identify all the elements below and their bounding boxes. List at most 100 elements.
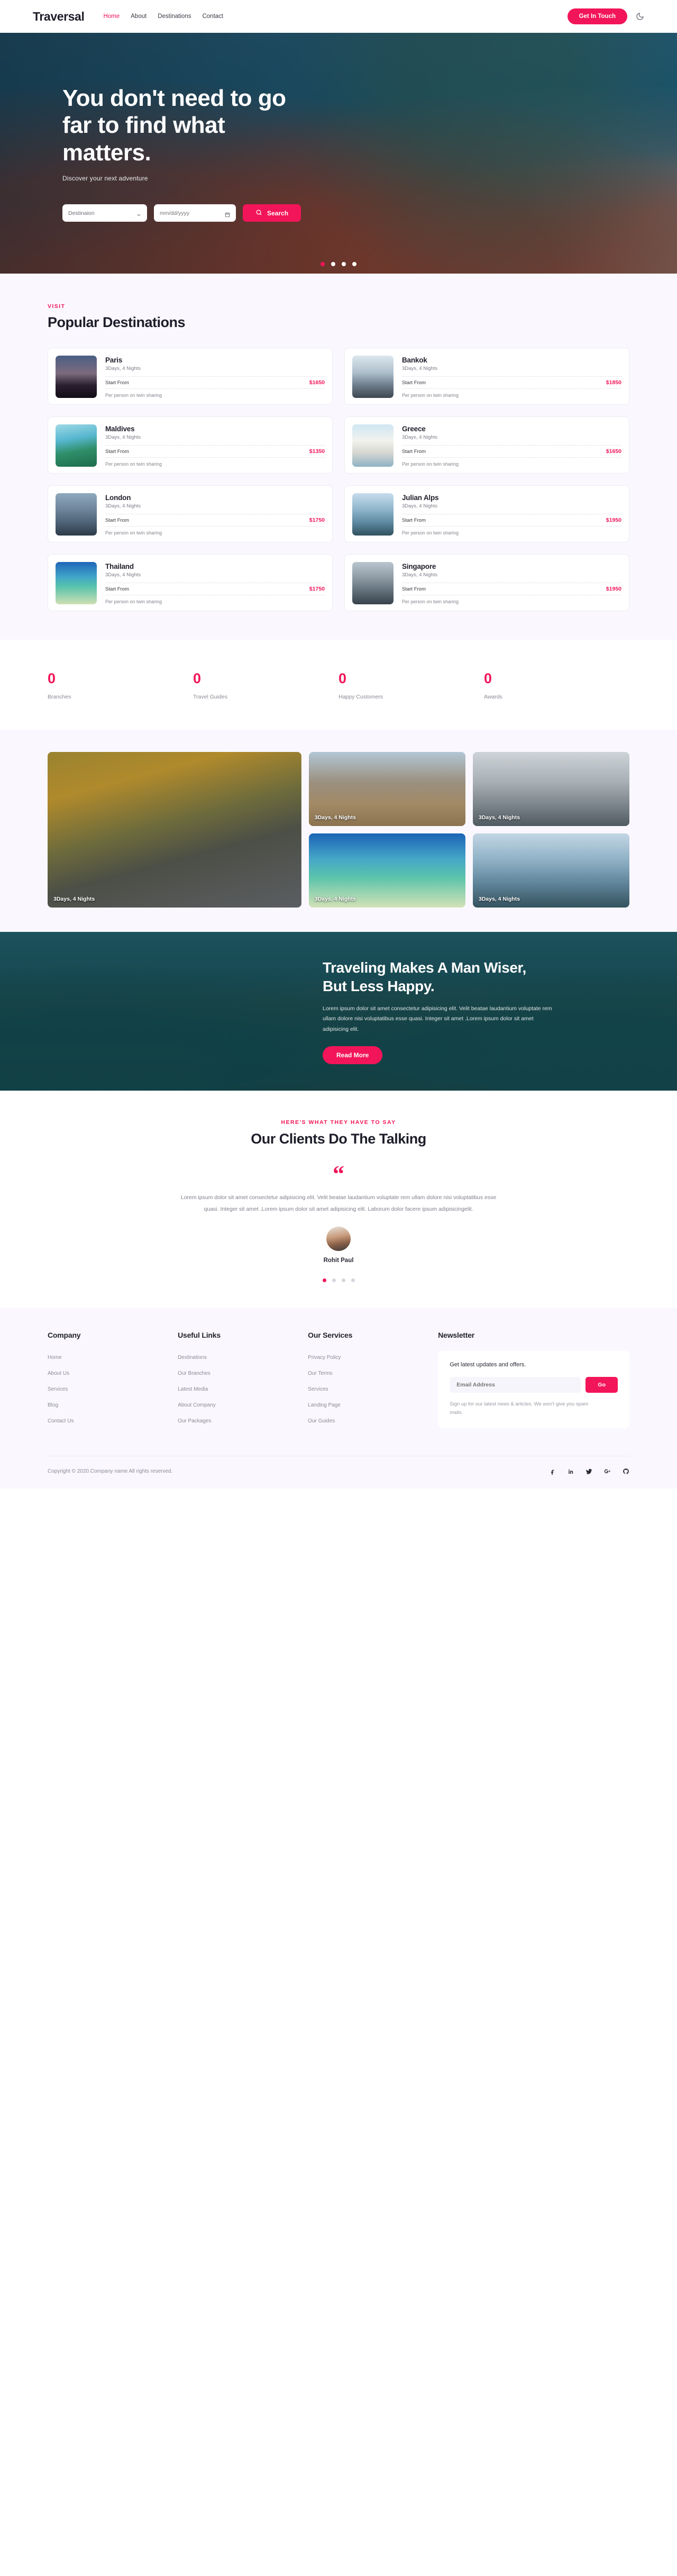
destination-thumbnail	[56, 424, 97, 467]
footer-link[interactable]: Landing Page	[308, 1402, 341, 1408]
email-field[interactable]	[450, 1377, 581, 1393]
footer-link[interactable]: Home	[48, 1355, 62, 1360]
newsletter-lead: Get latest updates and offers.	[450, 1362, 526, 1368]
destination-note: Per person on twin sharing	[105, 461, 162, 467]
testimonial-dot-1[interactable]	[322, 1278, 326, 1283]
gallery-tile[interactable]: 3Days, 4 Nights	[472, 833, 629, 908]
moon-icon[interactable]	[636, 12, 644, 21]
stat-item-awards: 0 Awards	[484, 670, 629, 700]
hero-title: You don't need to go far to find what ma…	[62, 85, 286, 166]
destination-input[interactable]	[68, 210, 136, 216]
destination-card[interactable]: Paris 3Days, 4 Nights Start From $1650 P…	[48, 348, 333, 405]
destination-price-row: Start From $1850	[402, 376, 621, 389]
gallery-caption: 3Days, 4 Nights	[478, 896, 520, 902]
destination-card[interactable]: Singapore 3Days, 4 Nights Start From $19…	[344, 554, 629, 611]
footer-link[interactable]: Privacy Policy	[308, 1355, 341, 1360]
popular-destinations-section: VISIT Popular Destinations Paris 3Days, …	[0, 274, 677, 640]
start-from-label: Start From	[402, 517, 426, 523]
nav-item-destinations[interactable]: Destinations	[158, 13, 191, 20]
footer-link-list: Privacy Policy Our Terms Services Landin…	[308, 1352, 427, 1425]
destination-name: Bankok	[402, 356, 427, 364]
destination-card[interactable]: Maldives 3Days, 4 Nights Start From $135…	[48, 416, 333, 474]
footer-heading: Our Services	[308, 1331, 353, 1340]
nav-item-contact[interactable]: Contact	[202, 13, 223, 20]
github-icon[interactable]	[623, 1468, 629, 1475]
destination-price: $1950	[606, 586, 621, 592]
gallery-tile[interactable]: 3Days, 4 Nights	[308, 833, 465, 908]
hero-dot-3[interactable]	[342, 262, 346, 266]
footer-link[interactable]: Our Packages	[178, 1418, 211, 1424]
nav-item-about[interactable]: About	[131, 13, 147, 20]
nav-item-home[interactable]: Home	[103, 13, 120, 20]
date-input[interactable]	[160, 210, 225, 216]
footer-link[interactable]: Blog	[48, 1402, 58, 1408]
gallery-tile[interactable]: 3Days, 4 Nights	[472, 752, 629, 826]
search-icon	[255, 209, 262, 217]
newsletter-go-button[interactable]: Go	[585, 1377, 618, 1393]
stat-value: 0	[193, 670, 201, 686]
destination-thumbnail	[56, 356, 97, 398]
footer-link[interactable]: Our Terms	[308, 1371, 333, 1376]
footer-link[interactable]: Destinations	[178, 1355, 207, 1360]
date-field[interactable]	[154, 204, 236, 222]
destination-card[interactable]: Julian Alps 3Days, 4 Nights Start From $…	[344, 485, 629, 542]
destination-duration: 3Days, 4 Nights	[402, 434, 438, 440]
footer-link[interactable]: Our Branches	[178, 1371, 211, 1376]
main-nav: Home About Destinations Contact	[103, 13, 223, 20]
footer-link[interactable]: Contact Us	[48, 1418, 74, 1424]
footer-link[interactable]: About Us	[48, 1371, 69, 1376]
read-more-button[interactable]: Read More	[323, 1046, 383, 1065]
gallery-tile[interactable]: 3Days, 4 Nights	[48, 752, 301, 908]
testimonial-dot-3[interactable]	[341, 1278, 345, 1283]
stat-label: Travel Guides	[193, 694, 227, 700]
footer-link[interactable]: About Company	[178, 1402, 216, 1408]
footer-link[interactable]: Services	[48, 1386, 68, 1392]
testimonials-section: HERE'S WHAT THEY HAVE TO SAY Our Clients…	[0, 1091, 677, 1308]
destination-note: Per person on twin sharing	[105, 530, 162, 536]
cta-title: Traveling Makes A Man Wiser, But Less Ha…	[323, 959, 526, 994]
get-in-touch-button[interactable]: Get In Touch	[567, 8, 627, 24]
search-button[interactable]: Search	[243, 204, 301, 222]
testimonial-dot-4[interactable]	[351, 1278, 355, 1283]
calendar-icon	[225, 211, 230, 217]
destinations-grid: Paris 3Days, 4 Nights Start From $1650 P…	[48, 348, 629, 611]
destination-price-row: Start From $1350	[105, 445, 325, 458]
start-from-label: Start From	[105, 448, 129, 455]
newsletter-card: Get latest updates and offers. Go Sign u…	[438, 1351, 629, 1429]
twitter-icon[interactable]	[585, 1468, 592, 1475]
destination-price: $1650	[309, 379, 325, 386]
stat-value: 0	[484, 670, 492, 686]
footer-link[interactable]: Services	[308, 1386, 328, 1392]
destination-card[interactable]: London 3Days, 4 Nights Start From $1750 …	[48, 485, 333, 542]
destination-price: $1750	[309, 517, 325, 523]
brand-logo[interactable]: Traversal	[33, 10, 85, 24]
list-item: Blog	[48, 1400, 167, 1409]
list-item: Our Packages	[178, 1416, 297, 1425]
footer-column-newsletter: Newsletter Get latest updates and offers…	[438, 1331, 629, 1431]
destination-card[interactable]: Thailand 3Days, 4 Nights Start From $175…	[48, 554, 333, 611]
footer-link[interactable]: Latest Media	[178, 1386, 208, 1392]
start-from-label: Start From	[402, 586, 426, 592]
hero-subtitle: Discover your next adventure	[62, 175, 148, 183]
facebook-icon[interactable]	[550, 1468, 556, 1475]
quote-icon: “	[333, 1161, 344, 1187]
hero-dot-2[interactable]	[331, 262, 335, 266]
avatar	[326, 1227, 351, 1251]
newsletter-form: Go	[450, 1377, 618, 1393]
destination-note: Per person on twin sharing	[402, 461, 459, 467]
footer-link[interactable]: Our Guides	[308, 1418, 335, 1424]
hero-dot-1[interactable]	[321, 262, 325, 266]
gallery-tile[interactable]: 3Days, 4 Nights	[308, 752, 465, 826]
destination-card[interactable]: Greece 3Days, 4 Nights Start From $1650 …	[344, 416, 629, 474]
destination-card[interactable]: Bankok 3Days, 4 Nights Start From $1850 …	[344, 348, 629, 405]
testimonial-dot-2[interactable]	[332, 1278, 336, 1283]
testimonials-title: Our Clients Do The Talking	[251, 1131, 426, 1147]
destination-thumbnail	[352, 493, 394, 536]
list-item: Our Branches	[178, 1368, 297, 1377]
linkedin-icon[interactable]	[568, 1468, 574, 1475]
destination-select[interactable]	[62, 204, 147, 222]
hero-dot-4[interactable]	[352, 262, 356, 266]
destination-thumbnail	[352, 424, 394, 467]
stat-item-happy-customers: 0 Happy Customers	[338, 670, 484, 700]
googleplus-icon[interactable]	[604, 1468, 611, 1475]
